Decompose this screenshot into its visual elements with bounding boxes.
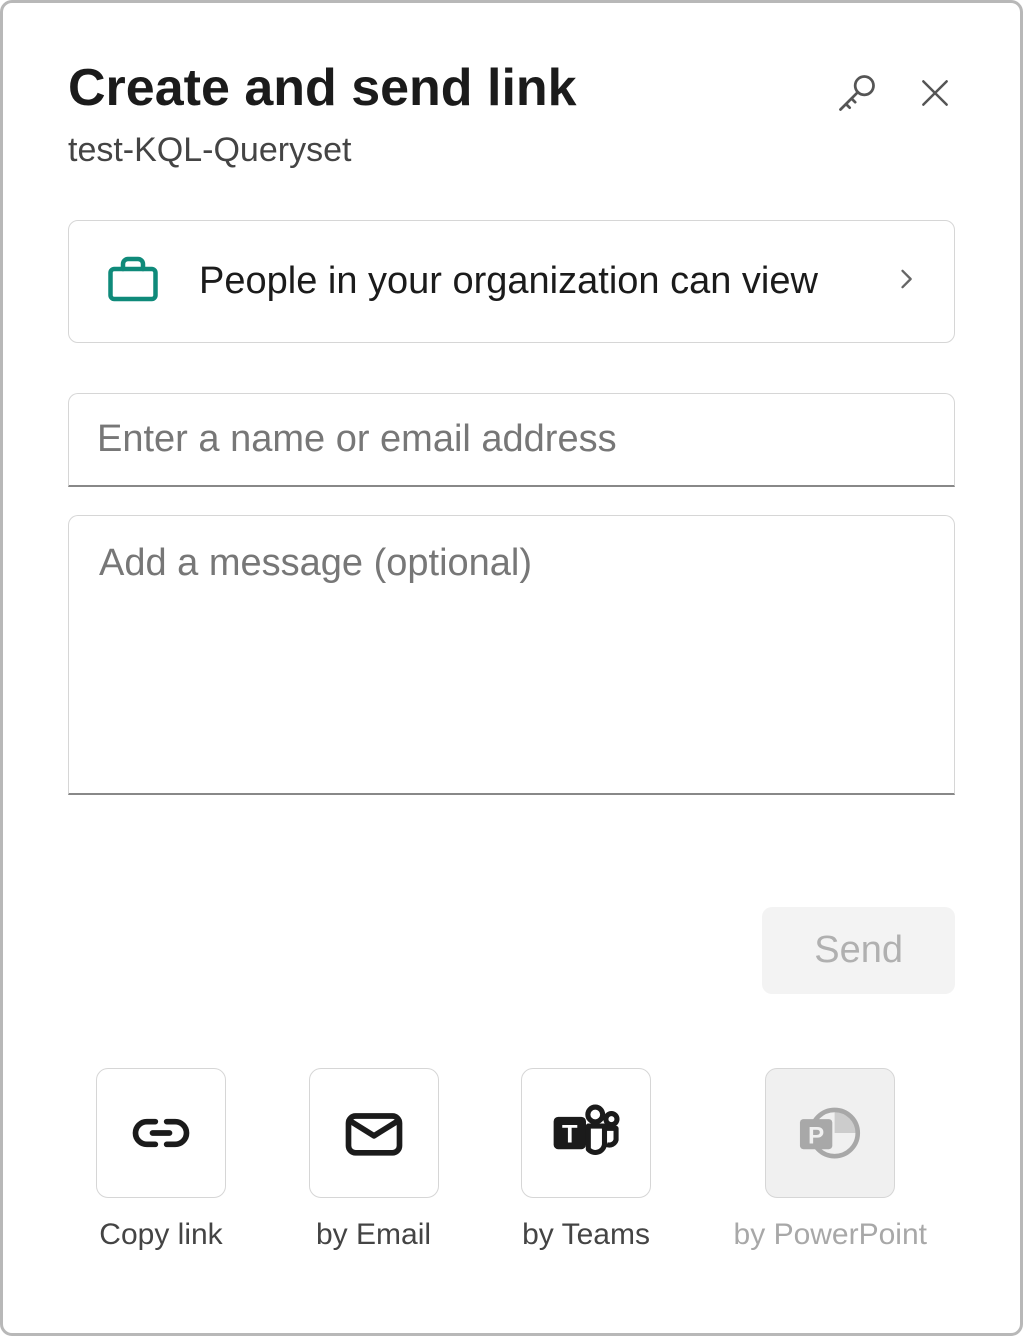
- dialog-header: Create and send link test-KQL-Queryset: [68, 59, 955, 170]
- briefcase-icon: [103, 249, 163, 314]
- recipient-input[interactable]: [68, 393, 955, 487]
- send-button[interactable]: Send: [762, 907, 955, 994]
- header-text: Create and send link test-KQL-Queryset: [68, 59, 835, 170]
- copy-link-button[interactable]: [96, 1068, 226, 1198]
- header-actions: [835, 71, 955, 115]
- teams-label: by Teams: [522, 1218, 650, 1252]
- email-label: by Email: [316, 1218, 431, 1252]
- teams-button[interactable]: T: [521, 1068, 651, 1198]
- share-options: Copy link by Email T: [68, 1068, 955, 1252]
- share-item-powerpoint: P by PowerPoint: [734, 1068, 927, 1252]
- powerpoint-icon: P: [793, 1096, 867, 1170]
- permission-text: People in your organization can view: [199, 256, 856, 307]
- svg-text:P: P: [808, 1122, 824, 1149]
- svg-text:T: T: [562, 1120, 578, 1148]
- email-icon: [340, 1099, 408, 1167]
- key-icon: [835, 71, 879, 115]
- send-row: Send: [68, 907, 955, 994]
- teams-icon: T: [549, 1096, 623, 1170]
- share-item-copy-link: Copy link: [96, 1068, 226, 1252]
- close-button[interactable]: [915, 73, 955, 113]
- share-item-teams: T by Teams: [521, 1068, 651, 1252]
- copy-link-label: Copy link: [99, 1218, 222, 1252]
- dialog-title: Create and send link: [68, 59, 835, 119]
- email-button[interactable]: [309, 1068, 439, 1198]
- chevron-right-icon: [892, 265, 920, 298]
- powerpoint-button[interactable]: P: [765, 1068, 895, 1198]
- close-icon: [915, 73, 955, 113]
- key-button[interactable]: [835, 71, 879, 115]
- permission-selector[interactable]: People in your organization can view: [68, 220, 955, 343]
- powerpoint-label: by PowerPoint: [734, 1218, 927, 1252]
- share-dialog: Create and send link test-KQL-Queryset: [0, 0, 1023, 1336]
- dialog-subtitle: test-KQL-Queryset: [68, 131, 835, 170]
- message-input[interactable]: [68, 515, 955, 795]
- share-item-email: by Email: [309, 1068, 439, 1252]
- link-icon: [127, 1099, 195, 1167]
